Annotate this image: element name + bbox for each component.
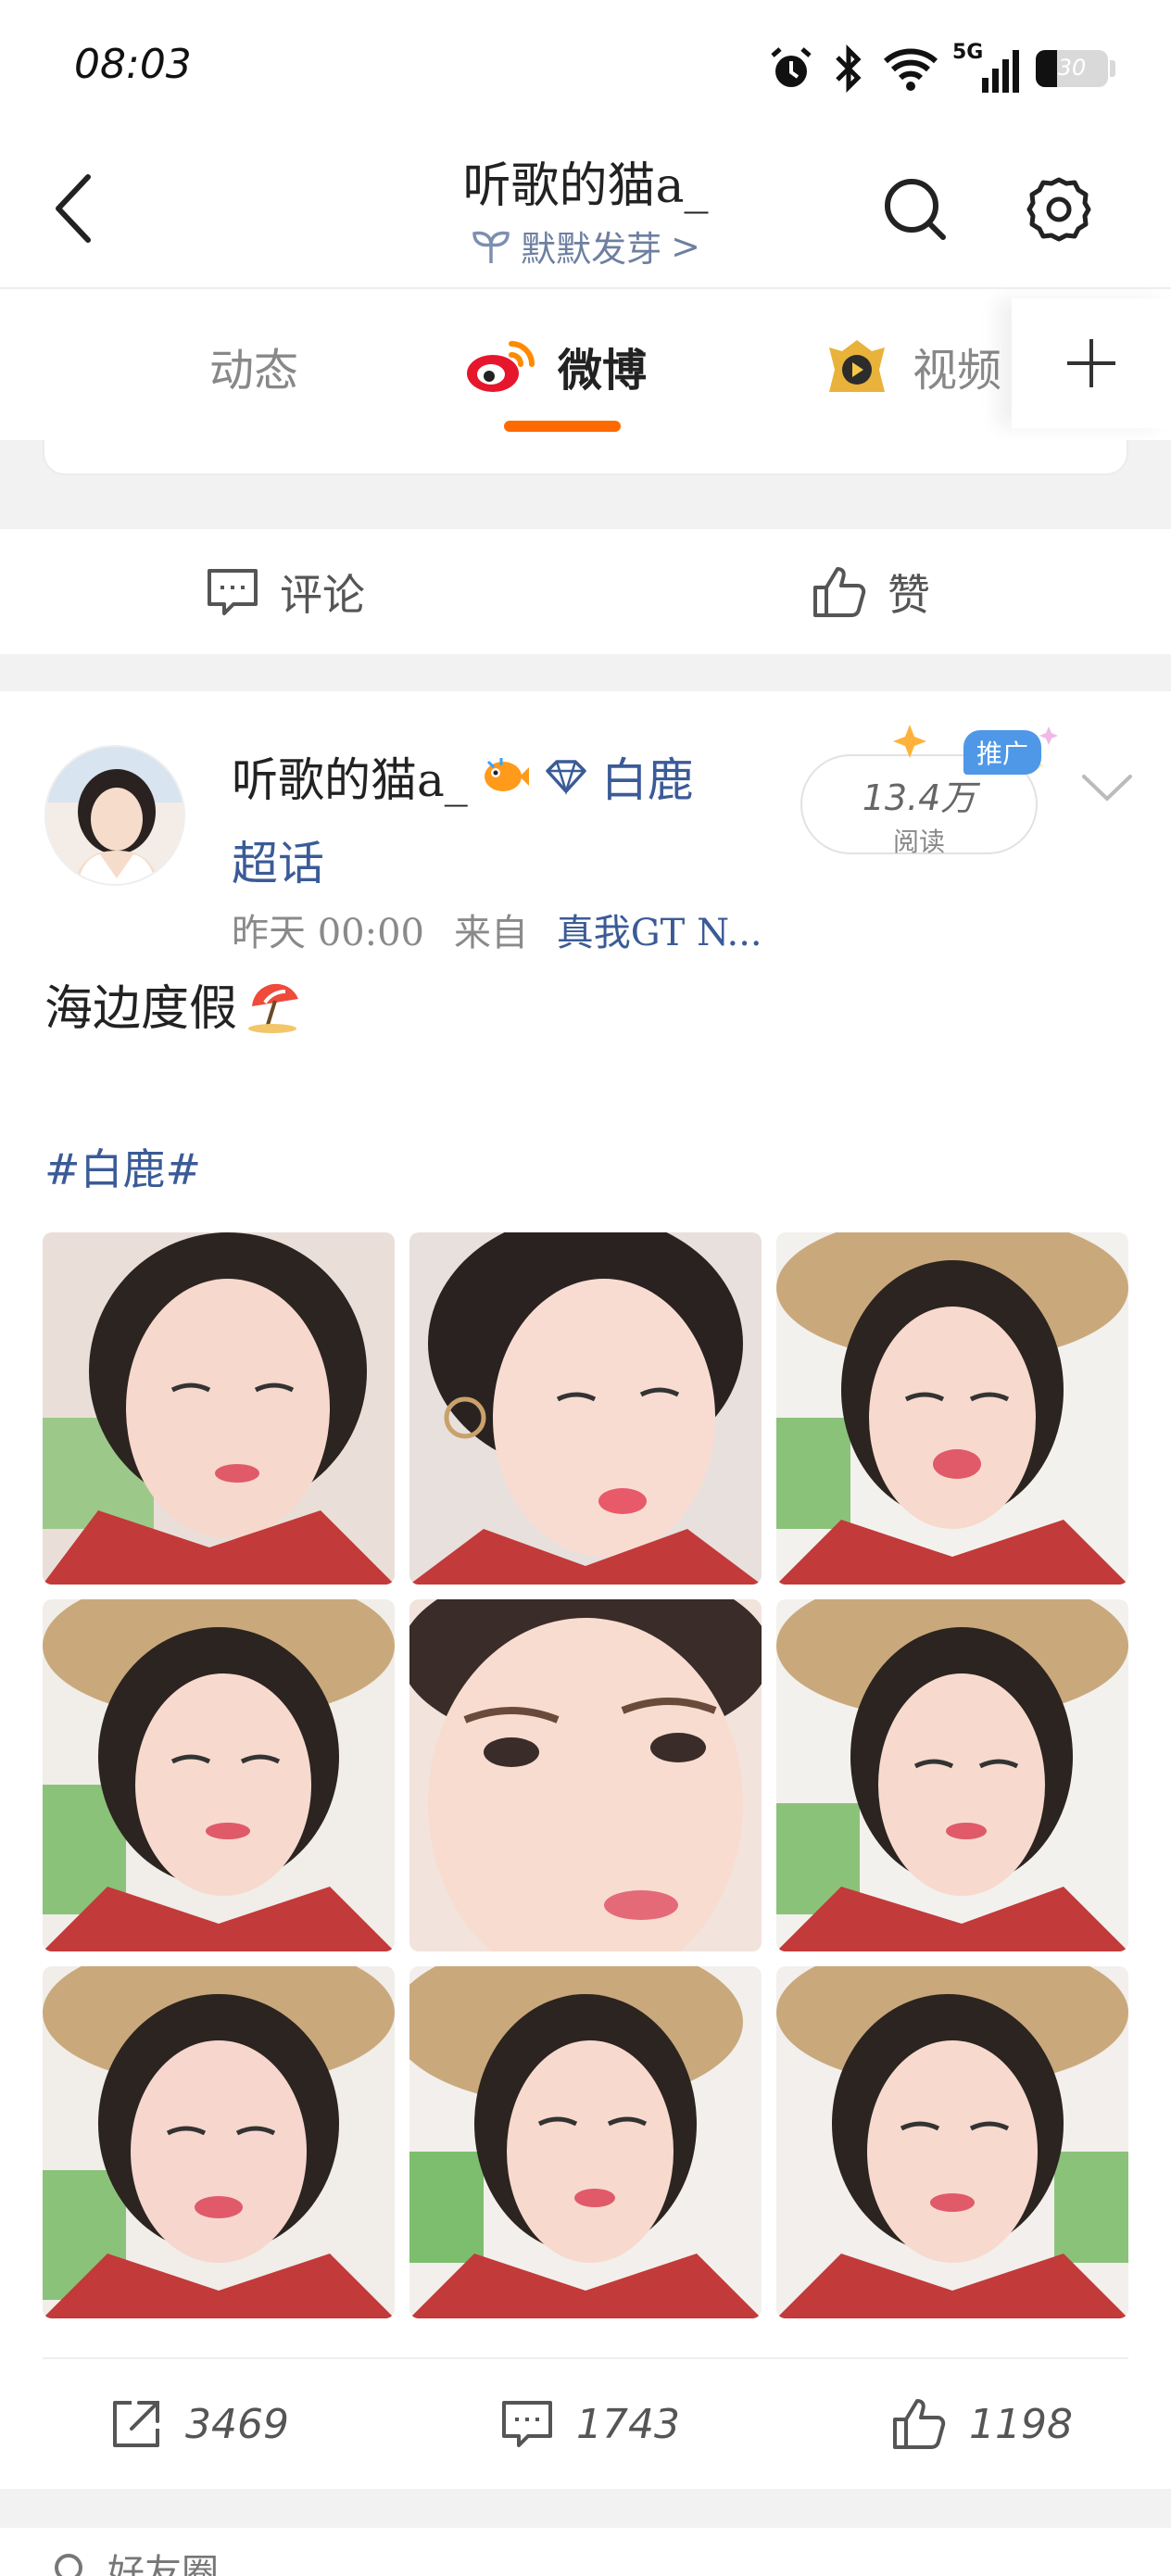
plus-icon bbox=[1067, 339, 1115, 387]
tab-activity[interactable]: 动态 bbox=[209, 289, 298, 442]
thumbs-up-icon bbox=[813, 566, 866, 617]
post-actions: 3469 1743 1198 bbox=[0, 2359, 1171, 2489]
status-time: 08:03 bbox=[74, 41, 192, 88]
tab-video[interactable]: 视频 bbox=[820, 289, 1001, 442]
like-count: 1198 bbox=[969, 2400, 1073, 2448]
beach-umbrella-icon bbox=[248, 983, 299, 1033]
next-section-hint[interactable]: 好友圈 bbox=[52, 2543, 219, 2576]
feed-separator-2 bbox=[0, 654, 1171, 691]
fish-badge-icon bbox=[484, 758, 529, 791]
post-hashtag[interactable]: #白鹿# bbox=[44, 1136, 201, 1197]
tab-activity-label: 动态 bbox=[209, 344, 299, 397]
post-time: 昨天 00:00 bbox=[232, 912, 424, 954]
photo-grid bbox=[43, 1232, 1128, 2318]
search-icon bbox=[885, 179, 946, 240]
previous-comment-label: 评论 bbox=[280, 569, 365, 620]
search-button[interactable] bbox=[880, 174, 951, 245]
battery-icon: 30 bbox=[1036, 50, 1108, 87]
avatar[interactable] bbox=[44, 745, 185, 886]
next-section-label: 好友圈 bbox=[107, 2552, 219, 2576]
repost-button[interactable]: 3469 bbox=[109, 2359, 289, 2489]
tab-weibo[interactable]: 微博 bbox=[463, 289, 647, 442]
weibo-logo-icon bbox=[467, 340, 535, 392]
weibo-post-card: 听歌的猫a_ 白鹿 超话 昨天 00:00 来自 真我GT N... 13.4万… bbox=[0, 691, 1171, 2489]
photo-thumbnail[interactable] bbox=[43, 1966, 395, 2318]
status-bar: 08:03 5G 30 bbox=[0, 0, 1171, 139]
wifi-icon bbox=[883, 48, 938, 91]
photo-thumbnail[interactable] bbox=[43, 1599, 395, 1951]
status-icons: 5G 30 bbox=[767, 41, 1115, 96]
tab-weibo-label: 微博 bbox=[558, 344, 648, 397]
signal-5g-icon: 5G bbox=[952, 41, 1019, 93]
photo-thumbnail[interactable] bbox=[409, 1599, 762, 1951]
photo-thumbnail[interactable] bbox=[776, 1966, 1128, 2318]
comment-button[interactable]: 1743 bbox=[500, 2359, 680, 2489]
chevron-right-label: > bbox=[671, 225, 700, 267]
repost-count: 3469 bbox=[185, 2400, 289, 2448]
page-title: 听歌的猫a_ bbox=[462, 158, 709, 214]
post-author[interactable]: 听歌的猫a_ bbox=[232, 743, 468, 810]
comment-count: 1743 bbox=[576, 2400, 680, 2448]
active-tab-indicator bbox=[504, 421, 621, 432]
post-source-prefix: 来自 bbox=[454, 912, 528, 954]
photo-thumbnail[interactable] bbox=[776, 1599, 1128, 1951]
promo-tag: 推广 bbox=[963, 730, 1042, 775]
post-author-row: 听歌的猫a_ 白鹿 bbox=[232, 743, 694, 810]
gear-icon bbox=[1026, 177, 1091, 242]
search-icon bbox=[55, 2554, 82, 2576]
bluetooth-icon bbox=[836, 44, 862, 93]
views-label: 阅读 bbox=[892, 827, 945, 857]
avatar-image bbox=[46, 747, 183, 884]
chevron-down-icon bbox=[1082, 775, 1132, 802]
battery-tip bbox=[1110, 60, 1115, 77]
post-source[interactable]: 真我GT N... bbox=[557, 912, 762, 954]
alarm-icon bbox=[771, 47, 812, 87]
comment-icon bbox=[208, 568, 258, 615]
previous-post-actions: 评论 赞 bbox=[0, 529, 1171, 654]
previous-comment-button[interactable]: 评论 bbox=[206, 529, 365, 654]
add-tab-button[interactable] bbox=[1012, 298, 1171, 428]
photo-thumbnail[interactable] bbox=[776, 1232, 1128, 1585]
profile-tabs: 动态 微博 视频 bbox=[0, 287, 1171, 440]
post-text: 海边度假 bbox=[44, 969, 304, 1039]
post-meta: 昨天 00:00 来自 真我GT N... bbox=[232, 903, 762, 956]
thumbs-up-icon bbox=[893, 2399, 946, 2449]
diamond-icon bbox=[546, 760, 586, 795]
post-topic[interactable]: 白鹿 bbox=[601, 743, 694, 810]
photo-thumbnail[interactable] bbox=[409, 1232, 762, 1585]
previous-like-label: 赞 bbox=[888, 569, 930, 620]
post-text-content: 海边度假 bbox=[44, 981, 238, 1037]
video-badge-icon bbox=[829, 339, 885, 392]
share-icon bbox=[113, 2401, 159, 2447]
user-level-label: 默默发芽 bbox=[521, 229, 662, 270]
like-button[interactable]: 1198 bbox=[891, 2359, 1073, 2489]
post-topic-suffix[interactable]: 超话 bbox=[232, 827, 324, 893]
sprout-icon bbox=[472, 231, 510, 263]
profile-header: 听歌的猫a_ 默默发芽 > bbox=[0, 139, 1171, 287]
photo-thumbnail[interactable] bbox=[43, 1232, 395, 1585]
user-level-link[interactable]: 默默发芽 > bbox=[0, 221, 1171, 271]
settings-button[interactable] bbox=[1024, 174, 1094, 245]
photo-thumbnail[interactable] bbox=[409, 1966, 762, 2318]
previous-card-edge bbox=[43, 440, 1128, 475]
battery-level: 30 bbox=[1057, 55, 1087, 81]
tab-video-label: 视频 bbox=[913, 344, 1002, 397]
previous-like-button[interactable]: 赞 bbox=[812, 529, 930, 654]
post-menu-button[interactable] bbox=[1075, 756, 1140, 821]
comment-icon bbox=[502, 2401, 552, 2447]
network-label: 5G bbox=[952, 41, 984, 64]
